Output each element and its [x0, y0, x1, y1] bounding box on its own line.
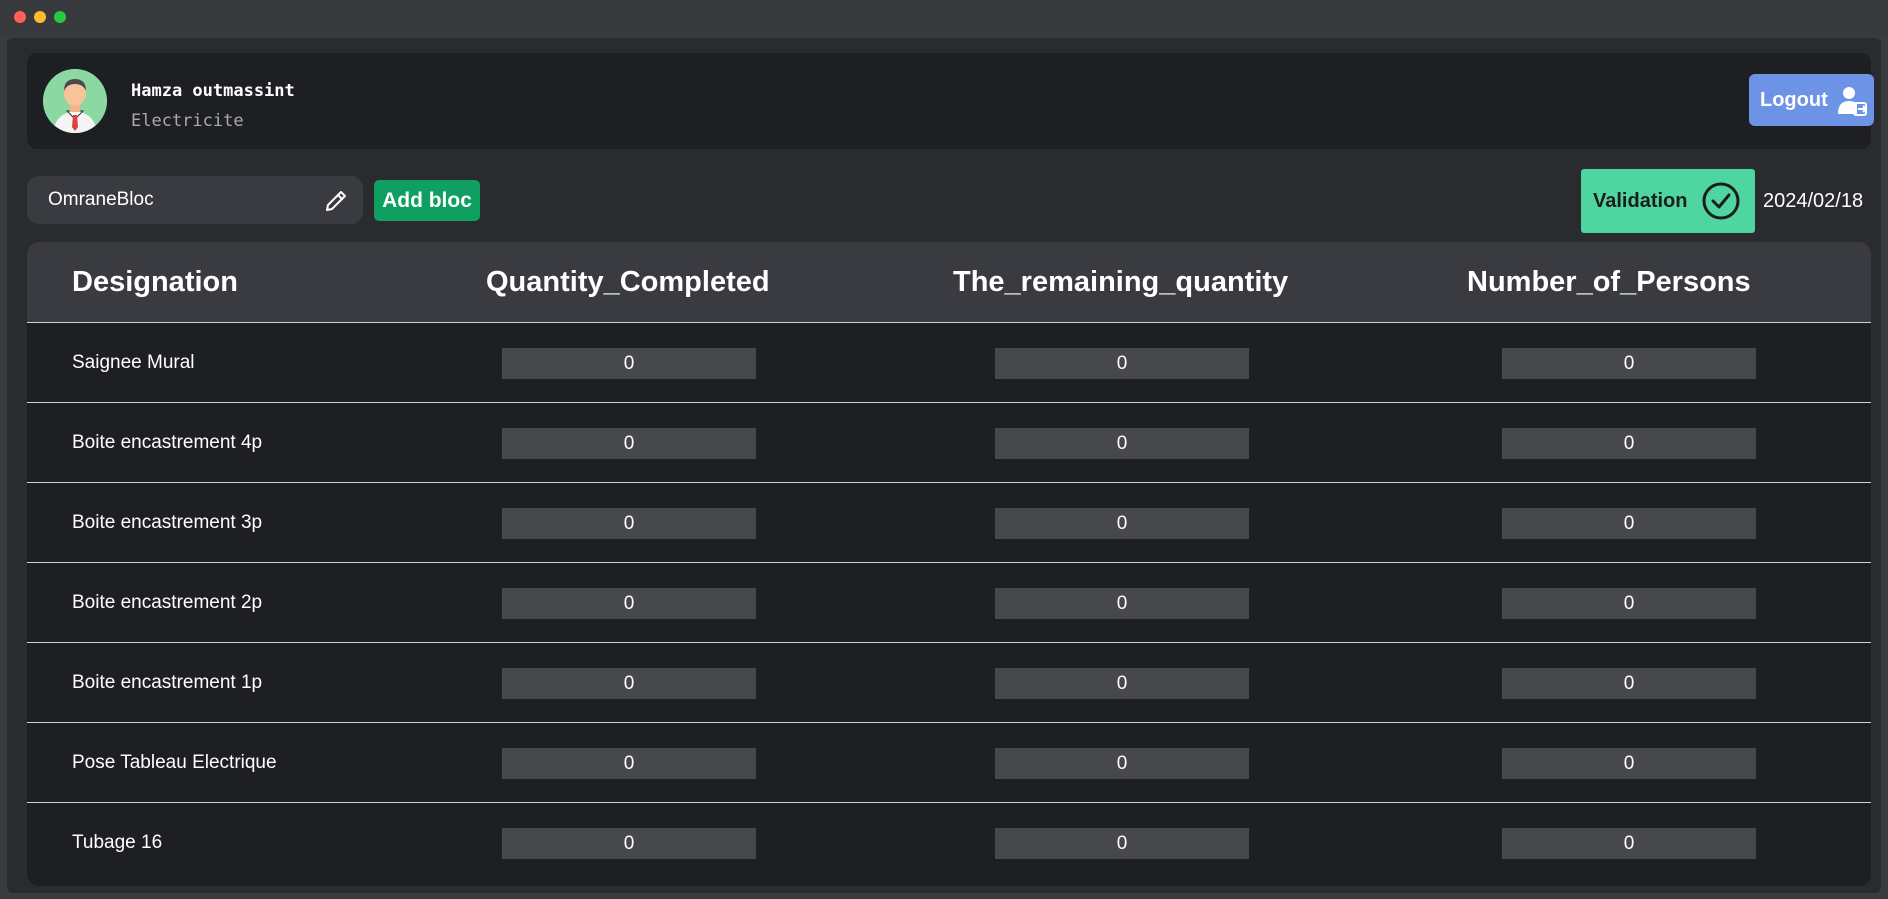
remaining-quantity-input[interactable]: [995, 428, 1249, 459]
user-logout-icon: [1837, 87, 1868, 116]
bloc-name-input[interactable]: [27, 176, 297, 224]
column-header-number-of-persons: Number_of_Persons: [1467, 266, 1751, 298]
user-name: Hamza outmassint: [131, 81, 295, 101]
validation-label: Validation: [1593, 189, 1688, 212]
quantity-completed-input[interactable]: [502, 748, 756, 779]
work-table: Designation Quantity_Completed The_remai…: [27, 242, 1871, 886]
remaining-quantity-input[interactable]: [995, 508, 1249, 539]
quantity-completed-input[interactable]: [502, 828, 756, 859]
businessman-avatar-icon: [43, 69, 107, 133]
user-role: Electricite: [131, 111, 244, 131]
validation-button[interactable]: Validation: [1581, 169, 1755, 233]
table-row: Boite encastrement 1p: [27, 642, 1871, 722]
number-of-persons-input[interactable]: [1502, 508, 1756, 539]
logout-label: Logout: [1760, 88, 1828, 111]
quantity-completed-input[interactable]: [502, 348, 756, 379]
designation-cell: Boite encastrement 4p: [72, 432, 263, 453]
quantity-completed-input[interactable]: [502, 588, 756, 619]
remaining-quantity-input[interactable]: [995, 588, 1249, 619]
logout-button[interactable]: Logout: [1749, 74, 1874, 126]
number-of-persons-input[interactable]: [1502, 828, 1756, 859]
column-header-designation: Designation: [72, 266, 238, 298]
table-header: Designation Quantity_Completed The_remai…: [27, 242, 1871, 322]
quantity-completed-input[interactable]: [502, 668, 756, 699]
quantity-completed-input[interactable]: [502, 508, 756, 539]
maximize-window-button[interactable]: [54, 11, 66, 23]
remaining-quantity-input[interactable]: [995, 668, 1249, 699]
pencil-icon[interactable]: [323, 188, 349, 214]
quantity-completed-input[interactable]: [502, 428, 756, 459]
remaining-quantity-input[interactable]: [995, 348, 1249, 379]
designation-cell: Tubage 16: [72, 832, 163, 853]
window-titlebar: [0, 0, 1888, 36]
table-row: Tubage 16: [27, 802, 1871, 882]
number-of-persons-input[interactable]: [1502, 668, 1756, 699]
table-row: Boite encastrement 2p: [27, 562, 1871, 642]
add-bloc-button[interactable]: Add bloc: [374, 180, 480, 221]
user-header: Hamza outmassint Electricite Logout: [27, 53, 1874, 149]
designation-cell: Boite encastrement 2p: [72, 592, 263, 613]
table-row: Boite encastrement 3p: [27, 482, 1871, 562]
minimize-window-button[interactable]: [34, 11, 46, 23]
designation-cell: Boite encastrement 3p: [72, 512, 263, 533]
designation-cell: Boite encastrement 1p: [72, 672, 263, 693]
current-date: 2024/02/18: [1763, 190, 1864, 212]
number-of-persons-input[interactable]: [1502, 348, 1756, 379]
check-circle-icon: [1702, 182, 1740, 220]
column-header-remaining-quantity: The_remaining_quantity: [953, 266, 1289, 298]
close-window-button[interactable]: [14, 11, 26, 23]
number-of-persons-input[interactable]: [1502, 428, 1756, 459]
number-of-persons-input[interactable]: [1502, 748, 1756, 779]
remaining-quantity-input[interactable]: [995, 828, 1249, 859]
bloc-name-field: [27, 176, 363, 224]
app-window: Hamza outmassint Electricite Logout Add …: [7, 38, 1881, 893]
table-row: Saignee Mural: [27, 322, 1871, 402]
table-row: Pose Tableau Electrique: [27, 722, 1871, 802]
designation-cell: Pose Tableau Electrique: [72, 752, 277, 773]
table-row: Boite encastrement 4p: [27, 402, 1871, 482]
number-of-persons-input[interactable]: [1502, 588, 1756, 619]
column-header-quantity-completed: Quantity_Completed: [486, 266, 770, 298]
designation-cell: Saignee Mural: [72, 352, 195, 373]
remaining-quantity-input[interactable]: [995, 748, 1249, 779]
